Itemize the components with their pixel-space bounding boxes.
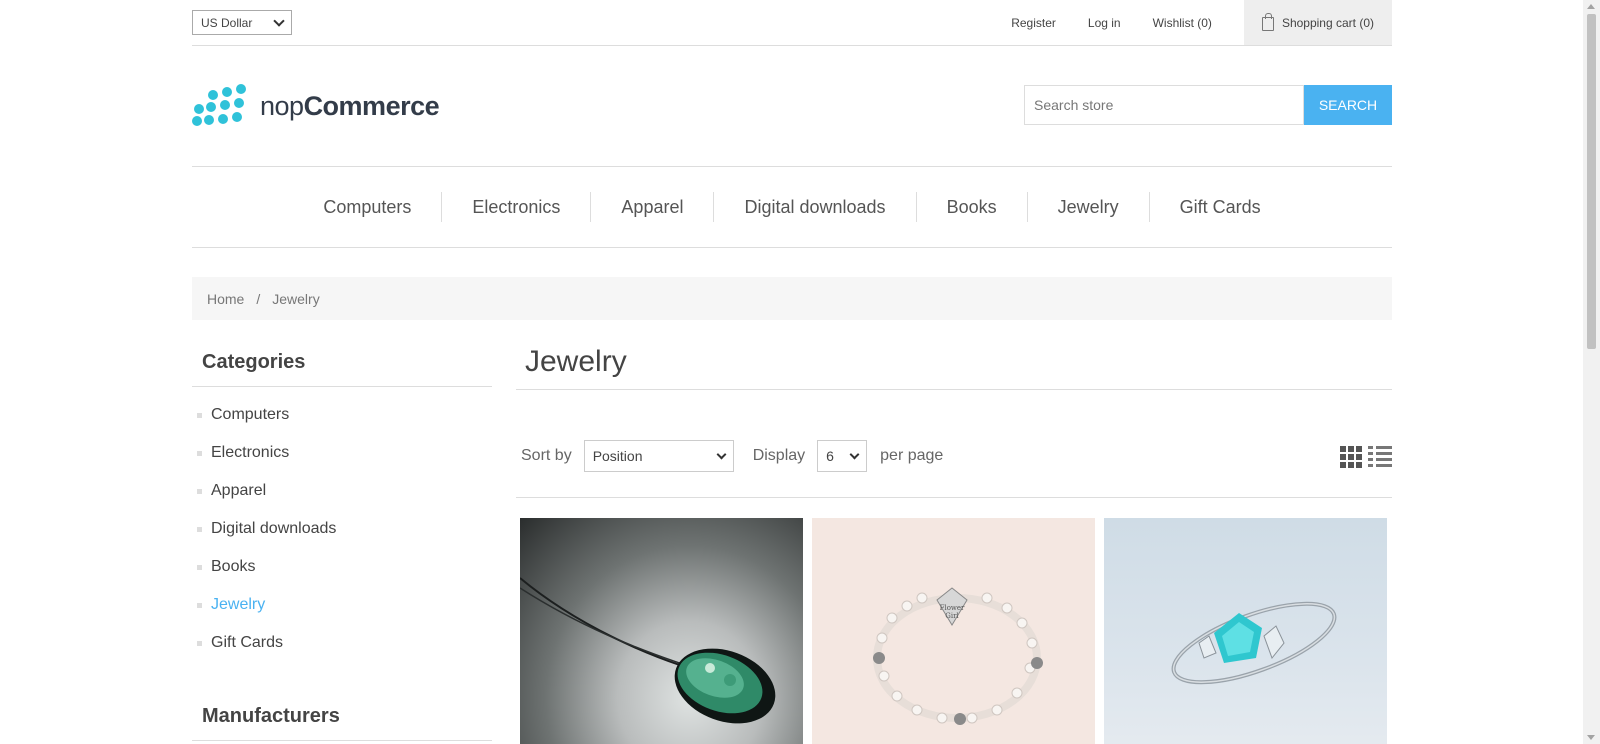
sidebar-item-label: Books [211,558,256,575]
sidebar-item-jewelry[interactable]: Jewelry [192,586,492,624]
page-title: Jewelry [516,345,1392,390]
page-scrollbar[interactable] [1583,0,1600,744]
list-view-icon[interactable] [1368,446,1392,468]
manufacturers-title: Manufacturers [202,705,340,727]
sidebar-item-label: Computers [211,406,290,423]
header-top-bar: US Dollar Register Log in Wishlist (0) S… [192,0,1392,46]
scroll-up-arrow-icon[interactable] [1587,4,1595,9]
breadcrumb-home-link[interactable]: Home [207,291,244,307]
sort-by-select[interactable]: Position [583,440,734,472]
page: US Dollar Register Log in Wishlist (0) S… [0,0,1552,744]
breadcrumb: Home / Jewelry [192,277,1392,320]
nav-item-electronics[interactable]: Electronics [441,192,590,222]
shopping-cart-label: Shopping cart (0) [1281,15,1374,30]
shopping-bag-icon [1261,12,1274,31]
breadcrumb-current: Jewelry [272,290,320,307]
nav-item-digital-downloads[interactable]: Digital downloads [713,192,915,222]
search-button[interactable]: SEARCH [1304,85,1392,125]
sidebar-item-computers[interactable]: Computers [192,396,492,434]
bullet-icon [197,564,202,570]
nav-item-jewelry[interactable]: Jewelry [1026,192,1149,222]
category-list: Computers Electronics Apparel Digital do… [192,387,492,662]
sort-by-label: Sort by [521,447,572,464]
divider [192,740,492,741]
currency-selector[interactable]: US Dollar [192,10,292,35]
bullet-icon [197,450,202,456]
per-page-label: per page [880,447,944,464]
page-size-select[interactable]: 6 [817,440,868,472]
sidebar-item-label: Gift Cards [211,634,284,651]
divider [516,497,1392,498]
logo-text: nopCommerce [260,90,440,121]
categories-title: Categories [192,345,492,387]
chevron-down-icon [273,14,285,27]
search-form: Search store SEARCH [1024,85,1392,125]
sort-by-value: Position [592,448,643,464]
logo-dots-icon [192,84,250,128]
login-link[interactable]: Log in [1088,16,1121,30]
sidebar-item-label: Apparel [211,482,267,499]
bullet-icon [197,640,202,646]
sidebar-item-apparel[interactable]: Apparel [192,472,492,510]
bullet-icon [197,488,202,494]
sidebar-item-books[interactable]: Books [192,548,492,586]
sidebar-item-digital-downloads[interactable]: Digital downloads [192,510,492,548]
svg-text:Flower: Flower [940,604,965,612]
shopping-cart-link[interactable]: Shopping cart (0) [1243,0,1392,45]
bullet-icon [197,526,202,532]
display-label: Display [752,447,806,464]
page-size-value: 6 [826,448,834,464]
nav-item-books[interactable]: Books [915,192,1027,222]
sidebar-item-label: Jewelry [211,596,266,613]
bullet-icon [197,602,202,608]
nav-item-gift-cards[interactable]: Gift Cards [1148,192,1291,222]
wishlist-link[interactable]: Wishlist (0) [1153,16,1212,30]
svg-text:Girl: Girl [945,612,959,620]
nav-item-computers[interactable]: Computers [293,192,441,222]
sidebar: Categories Computers Electronics Apparel… [192,345,492,741]
nav-item-apparel[interactable]: Apparel [590,192,713,222]
product-image[interactable] [520,518,803,744]
product-selectors: Sort by Position Display 6 per page [516,440,1392,472]
sidebar-item-gift-cards[interactable]: Gift Cards [192,624,492,662]
currency-value: US Dollar [201,15,253,30]
store-logo[interactable]: nopCommerce [192,84,440,128]
header-links: Register Log in Wishlist (0) Shopping ca… [1011,0,1392,45]
search-input[interactable]: Search store [1024,85,1304,125]
bullet-icon [197,412,202,418]
breadcrumb-separator: / [256,290,261,307]
chevron-down-icon [716,449,727,459]
chevron-down-icon [849,449,860,459]
product-image[interactable] [1104,518,1387,744]
main-content: Jewelry Sort by Position Display 6 per p… [516,345,1392,744]
grid-view-icon[interactable] [1340,446,1362,468]
top-menu: Computers Electronics Apparel Digital do… [192,166,1392,248]
scrollbar-thumb[interactable] [1587,14,1596,349]
product-image[interactable]: Flower Girl [812,518,1095,744]
scroll-down-arrow-icon[interactable] [1587,735,1595,740]
sidebar-item-label: Digital downloads [211,520,337,537]
register-link[interactable]: Register [1011,16,1056,30]
product-grid: Flower Girl [520,518,1387,744]
search-placeholder: Search store [1034,97,1114,113]
sidebar-item-electronics[interactable]: Electronics [192,434,492,472]
sidebar-item-label: Electronics [211,444,290,461]
